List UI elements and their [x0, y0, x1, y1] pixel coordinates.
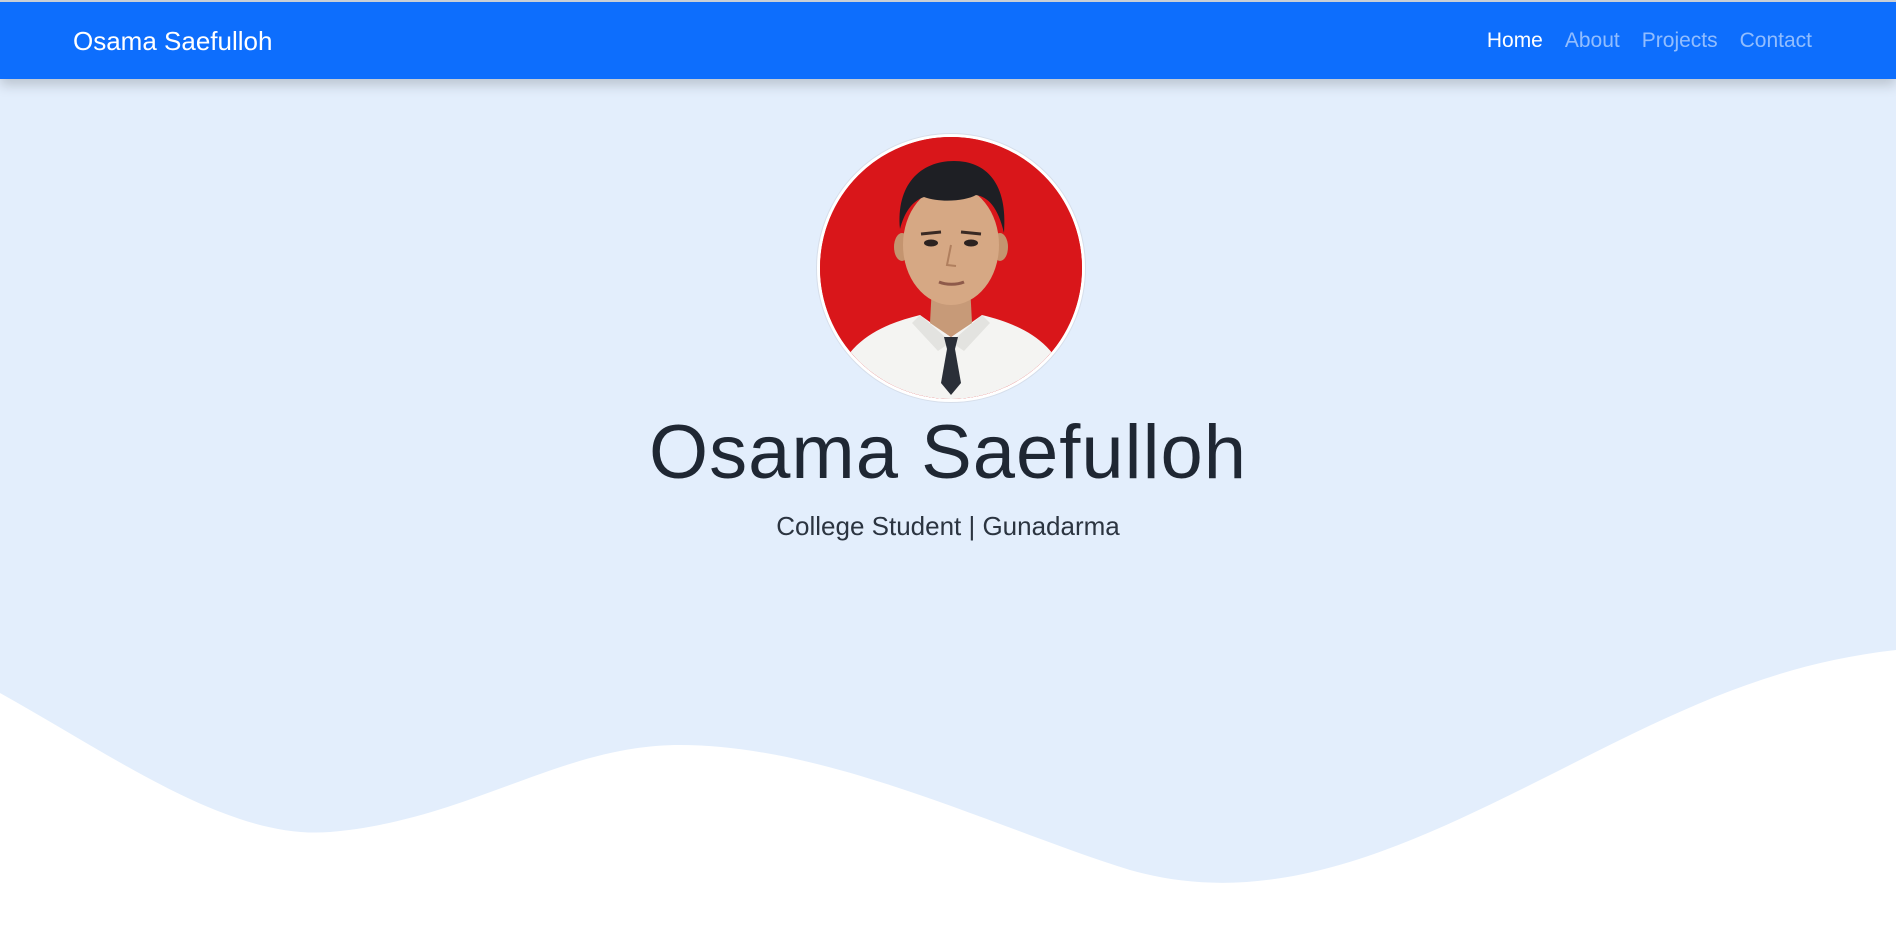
nav-link-contact[interactable]: Contact	[1740, 28, 1812, 54]
nav-link-projects[interactable]: Projects	[1642, 28, 1718, 54]
hero-name: Osama Saefulloh	[649, 410, 1247, 495]
navbar: Osama Saefulloh Home About Projects Cont…	[0, 2, 1896, 79]
page: Osama Saefulloh Home About Projects Cont…	[0, 0, 1896, 925]
hero-subtitle: College Student | Gunadarma	[776, 511, 1120, 541]
nav-link-home[interactable]: Home	[1487, 28, 1543, 54]
avatar	[817, 134, 1085, 402]
navbar-brand[interactable]: Osama Saefulloh	[73, 26, 272, 56]
nav-link-about[interactable]: About	[1565, 28, 1620, 54]
nav-links: Home About Projects Contact	[1487, 28, 1812, 54]
profile-photo	[820, 137, 1082, 399]
top-border	[0, 0, 1896, 2]
